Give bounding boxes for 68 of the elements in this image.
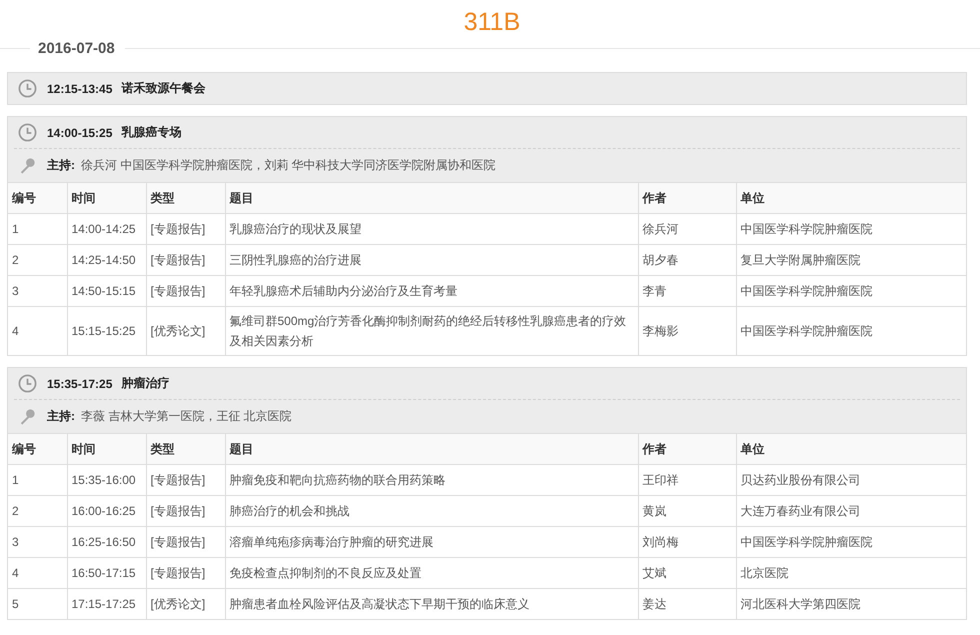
table-cell: 肺癌治疗的机会和挑战 — [225, 496, 638, 526]
table-cell: 艾斌 — [638, 558, 736, 588]
page-title: 311B — [462, 7, 522, 38]
table-cell: 2 — [8, 496, 67, 526]
table-cell: 14:25-14:50 — [67, 244, 146, 276]
table-cell: 5 — [8, 588, 67, 619]
table-cell: 李青 — [638, 276, 736, 306]
table-cell: 14:00-14:25 — [67, 214, 146, 244]
column-header: 时间 — [67, 434, 146, 464]
table-cell: 3 — [8, 276, 67, 306]
table-cell: 免疫检查点抑制剂的不良反应及处置 — [225, 558, 638, 588]
table-cell: 年轻乳腺癌术后辅助内分泌治疗及生育考量 — [225, 276, 638, 306]
table-cell: [专题报告] — [146, 464, 225, 496]
session-name: 诺禾致源午餐会 — [121, 80, 206, 97]
table-cell: 刘尚梅 — [638, 526, 736, 558]
table-cell: [专题报告] — [146, 214, 225, 244]
host-text: 李薇 吉林大学第一医院，王征 北京医院 — [81, 408, 292, 425]
table-cell: 16:25-16:50 — [67, 526, 146, 558]
session-time: 15:35-17:25 — [47, 376, 112, 390]
host-text: 徐兵河 中国医学科学院肿瘤医院，刘莉 华中科技大学同济医学院附属协和医院 — [81, 157, 496, 174]
microphone-icon — [18, 407, 37, 426]
table-cell: 胡夕春 — [638, 244, 736, 276]
table-cell: 三阴性乳腺癌的治疗进展 — [225, 244, 638, 276]
host-label: 主持: — [47, 157, 75, 174]
clock-icon — [18, 79, 37, 98]
table-cell: [专题报告] — [146, 496, 225, 526]
table-cell: 2 — [8, 244, 67, 276]
column-header: 题目 — [225, 182, 638, 214]
session-name: 乳腺癌专场 — [121, 124, 182, 141]
table-cell: 溶瘤单纯疱疹病毒治疗肿瘤的研究进展 — [225, 526, 638, 558]
column-header: 单位 — [736, 182, 966, 214]
column-header: 时间 — [67, 182, 146, 214]
column-header: 作者 — [638, 182, 736, 214]
table-cell: 黄岚 — [638, 496, 736, 526]
column-header: 类型 — [146, 434, 225, 464]
clock-icon — [18, 374, 37, 393]
table-cell: 乳腺癌治疗的现状及展望 — [225, 214, 638, 244]
table-cell: [专题报告] — [146, 558, 225, 588]
column-header: 编号 — [8, 434, 67, 464]
column-header: 单位 — [736, 434, 966, 464]
table-cell: 中国医学科学院肿瘤医院 — [736, 306, 966, 355]
session-name: 肿瘤治疗 — [121, 375, 170, 392]
table-cell: 16:00-16:25 — [67, 496, 146, 526]
table-cell: [专题报告] — [146, 526, 225, 558]
microphone-icon — [18, 156, 37, 175]
table-cell: 河北医科大学第四医院 — [736, 588, 966, 619]
table-cell: [专题报告] — [146, 244, 225, 276]
clock-icon — [18, 123, 37, 142]
date-heading: 2016-07-08 — [37, 40, 116, 56]
table-cell: 16:50-17:15 — [67, 558, 146, 588]
table-cell: 4 — [8, 558, 67, 588]
column-header: 类型 — [146, 182, 225, 214]
column-header: 题目 — [225, 434, 638, 464]
session-time: 14:00-15:25 — [47, 126, 112, 140]
table-cell: 王印祥 — [638, 464, 736, 496]
table-cell: 15:35-16:00 — [67, 464, 146, 496]
table-cell: 徐兵河 — [638, 214, 736, 244]
table-cell: 肿瘤免疫和靶向抗癌药物的联合用药策略 — [225, 464, 638, 496]
table-cell: 1 — [8, 464, 67, 496]
session-time: 12:15-13:45 — [47, 82, 112, 96]
table-cell: [专题报告] — [146, 276, 225, 306]
table-cell: 3 — [8, 526, 67, 558]
column-header: 编号 — [8, 182, 67, 214]
host-label: 主持: — [47, 408, 75, 425]
table-cell: 4 — [8, 306, 67, 355]
table-cell: 14:50-15:15 — [67, 276, 146, 306]
column-header: 作者 — [638, 434, 736, 464]
table-cell: 1 — [8, 214, 67, 244]
